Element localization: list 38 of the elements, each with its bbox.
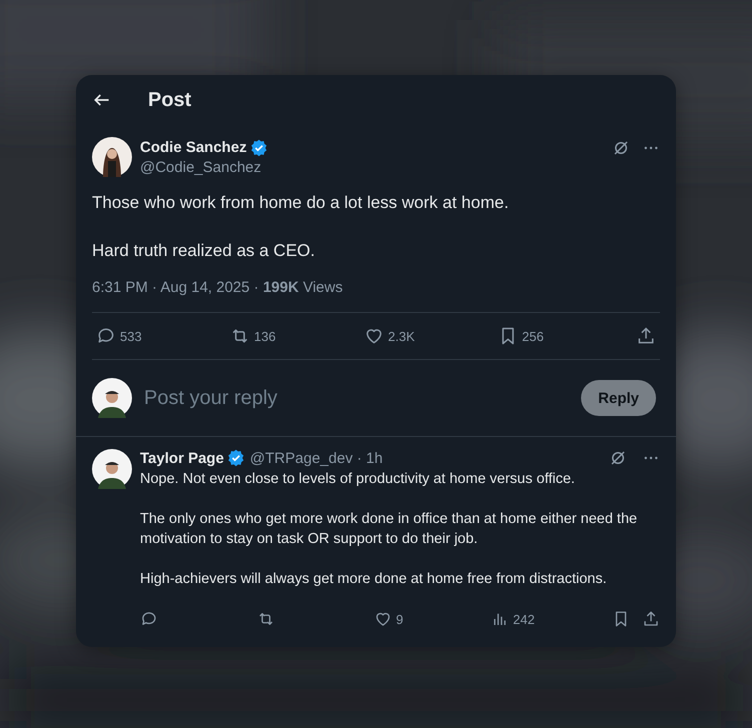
reply-text: The only ones who get more work done in office than at home either need the motivation to stay on task OR support to do their job. — [140, 510, 638, 549]
action-count: 256 — [522, 328, 544, 344]
post-text: Hard truth realized as a CEO. — [92, 240, 316, 262]
action-count: 242 — [513, 612, 535, 626]
avatar[interactable] — [92, 137, 132, 177]
heart-icon — [364, 326, 384, 346]
views-action[interactable]: 242 — [491, 610, 608, 628]
share-icon — [642, 610, 660, 628]
heart-icon — [374, 610, 392, 628]
author-name[interactable]: Taylor Page — [140, 450, 224, 466]
repost-action[interactable]: 136 — [230, 326, 364, 346]
reply-text: Nope. Not even close to levels of productivity at home versus office. — [140, 470, 576, 489]
page-title: Post — [148, 88, 192, 112]
action-count: 533 — [120, 328, 142, 344]
author-handle[interactable]: @TRPage_dev · 1h — [250, 450, 383, 466]
avatar[interactable] — [92, 449, 132, 489]
post-meta: 6:31 PM · Aug 14, 2025 · 199K Views — [92, 279, 660, 313]
share-icon — [636, 326, 656, 346]
bookmark-action[interactable]: 256 — [498, 326, 632, 346]
like-action[interactable]: 9 — [374, 610, 491, 628]
action-count: 2.3K — [388, 328, 415, 344]
slashed-circle-icon[interactable] — [609, 449, 627, 467]
author-name[interactable]: Codie Sanchez — [140, 139, 247, 156]
like-action[interactable]: 2.3K — [364, 326, 498, 346]
slashed-circle-icon[interactable] — [612, 139, 630, 157]
action-count: 136 — [254, 328, 276, 344]
action-count: 9 — [396, 612, 404, 626]
reply-text: High-achievers will always get more done at home free from distractions. — [140, 570, 608, 589]
share-button[interactable] — [642, 610, 660, 628]
post-text: Those who work from home do a lot less work at home. — [92, 192, 510, 214]
repost-icon — [257, 610, 275, 628]
reply-input-field[interactable]: Post your reply — [142, 386, 572, 410]
speech-bubble-icon — [140, 610, 158, 628]
author-handle[interactable]: @Codie_Sanchez — [140, 158, 604, 176]
avatar — [92, 378, 132, 418]
reply-button[interactable]: Reply — [581, 380, 656, 416]
reply-action[interactable]: 533 — [96, 326, 230, 346]
share-button[interactable] — [636, 326, 656, 346]
